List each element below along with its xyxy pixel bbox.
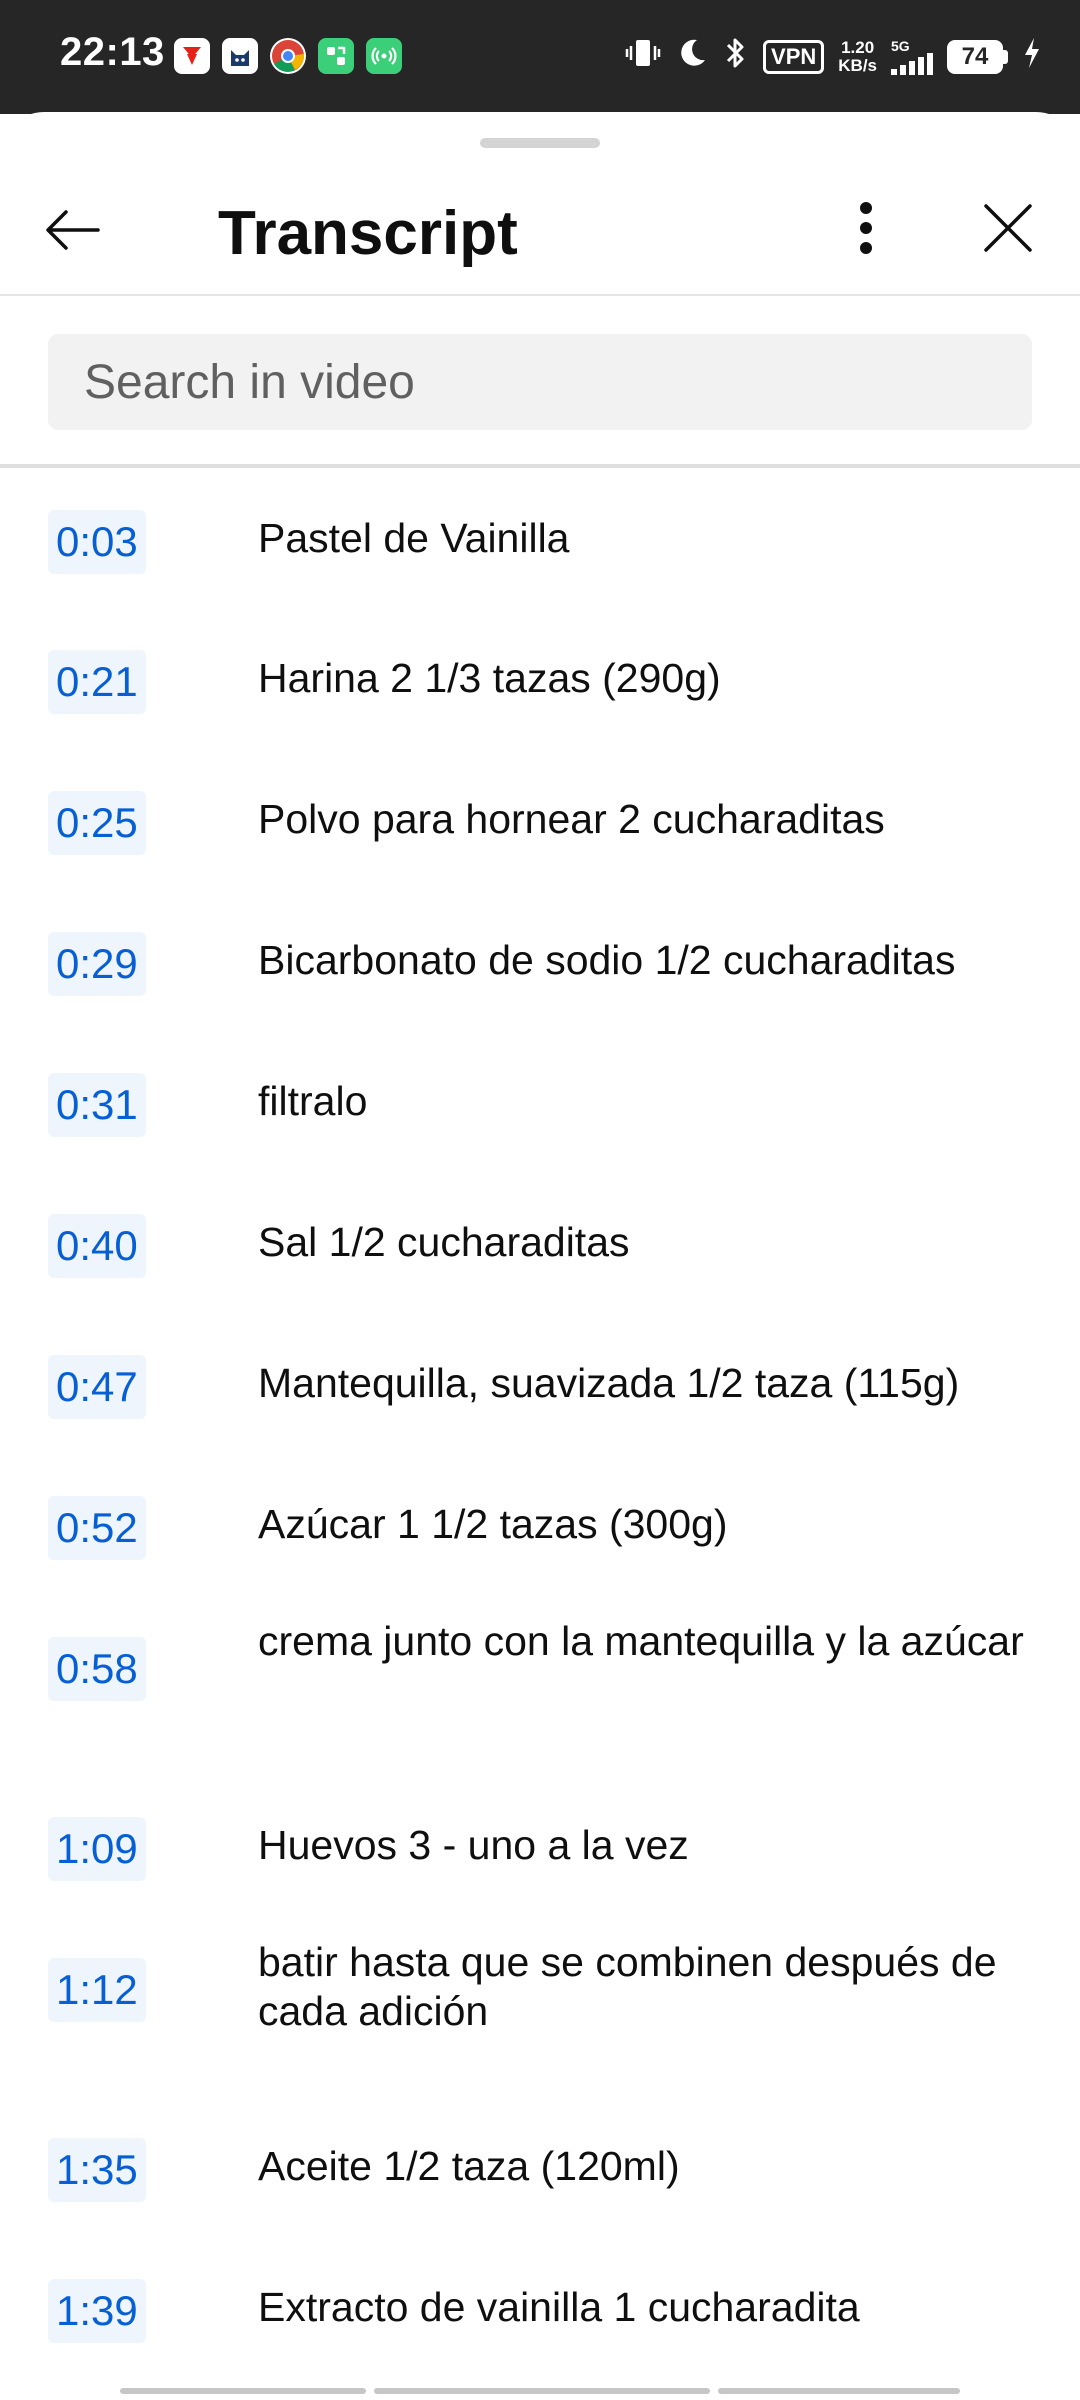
transcript-segment[interactable]: 0:29 Bicarbonato de sodio 1/2 cucharadit… (0, 890, 1080, 1031)
more-options-button[interactable] (830, 192, 902, 264)
segment-timestamp[interactable]: 0:58 (48, 1637, 146, 1701)
transcript-segment[interactable]: 0:31 filtralo (0, 1031, 1080, 1172)
flag-app-icon (174, 38, 210, 74)
transcript-segment[interactable]: 0:21 Harina 2 1/3 tazas (290g) (0, 608, 1080, 749)
segment-text[interactable]: Bicarbonato de sodio 1/2 cucharaditas (258, 936, 1038, 985)
segment-text[interactable]: Sal 1/2 cucharaditas (258, 1218, 1038, 1267)
vibrate-icon (625, 35, 661, 79)
cat-app-icon (222, 38, 258, 74)
transcript-list[interactable]: 0:03 Pastel de Vainilla 0:21 Harina 2 1/… (0, 468, 1080, 2400)
segment-timestamp[interactable]: 0:31 (48, 1073, 146, 1137)
battery-level: 74 (947, 40, 1003, 74)
status-time: 22:13 (60, 30, 165, 74)
status-indicators: VPN 1.20 KB/s 5G 74 (625, 32, 1042, 82)
transcript-segment[interactable]: 0:03 Pastel de Vainilla (0, 468, 1080, 608)
transcript-segment[interactable]: 0:25 Polvo para hornear 2 cucharaditas (0, 749, 1080, 890)
segment-timestamp[interactable]: 1:35 (48, 2138, 146, 2202)
battery-indicator: 74 (947, 40, 1008, 74)
charging-bolt-icon (1022, 36, 1042, 78)
network-type: 5G (891, 38, 910, 54)
segment-timestamp[interactable]: 0:47 (48, 1355, 146, 1419)
do-not-disturb-moon-icon (675, 36, 709, 78)
transcript-segment[interactable]: 0:40 Sal 1/2 cucharaditas (0, 1172, 1080, 1313)
transcript-segment[interactable]: 0:47 Mantequilla, suavizada 1/2 taza (11… (0, 1313, 1080, 1454)
segment-text[interactable]: Mantequilla, suavizada 1/2 taza (115g) (258, 1359, 1038, 1408)
close-button[interactable] (972, 192, 1044, 264)
segment-timestamp[interactable]: 0:40 (48, 1214, 146, 1278)
green-app-icon (318, 38, 354, 74)
arrow-left-icon (46, 210, 100, 250)
segment-text[interactable]: Aceite 1/2 taza (120ml) (258, 2142, 1038, 2191)
transcript-segment[interactable]: 0:52 Azúcar 1 1/2 tazas (300g) (0, 1454, 1080, 1595)
network-speed-value: 1.20 (841, 38, 875, 57)
hotspot-icon (366, 38, 402, 74)
segment-timestamp[interactable]: 1:12 (48, 1958, 146, 2022)
segment-text[interactable]: Polvo para hornear 2 cucharaditas (258, 795, 1038, 844)
transcript-segment[interactable]: 1:35 Aceite 1/2 taza (120ml) (0, 2096, 1080, 2237)
close-icon (984, 204, 1032, 252)
segment-timestamp[interactable]: 0:21 (48, 650, 146, 714)
notification-icons (174, 38, 402, 74)
drag-handle[interactable] (480, 138, 600, 148)
bottom-scroll-indicator (120, 2388, 960, 2394)
header-divider (0, 294, 1080, 296)
segment-timestamp[interactable]: 0:03 (48, 510, 146, 574)
more-vertical-icon (860, 202, 872, 254)
segment-timestamp[interactable]: 0:52 (48, 1496, 146, 1560)
transcript-segment[interactable]: 1:09 Huevos 3 - uno a la vez (0, 1775, 1080, 1916)
battery-cap (1003, 50, 1008, 64)
network-speed-unit: KB/s (838, 56, 877, 75)
panel-header: Transcript (0, 168, 1080, 294)
panel-title: Transcript (218, 199, 518, 268)
bluetooth-icon (723, 35, 749, 79)
transcript-segment[interactable]: 1:12 batir hasta que se combinen después… (0, 1916, 1080, 2096)
signal-bars-icon (891, 53, 933, 75)
segment-text[interactable]: filtralo (258, 1077, 1038, 1126)
segment-text[interactable]: crema junto con la mantequilla y la azúc… (258, 1617, 1038, 1666)
segment-text[interactable]: Azúcar 1 1/2 tazas (300g) (258, 1500, 1038, 1549)
search-input[interactable] (48, 334, 1032, 430)
transcript-segment[interactable]: 1:39 Extracto de vainilla 1 cucharadita (0, 2237, 1080, 2378)
back-button[interactable] (36, 194, 108, 266)
segment-timestamp[interactable]: 1:39 (48, 2279, 146, 2343)
cellular-signal: 5G (891, 39, 933, 75)
status-bar: 22:13 VPN 1.20 KB/s 5G 74 (0, 0, 1080, 114)
segment-text[interactable]: Extracto de vainilla 1 cucharadita (258, 2283, 1038, 2332)
segment-timestamp[interactable]: 0:29 (48, 932, 146, 996)
transcript-panel: Transcript 0:03 Pastel de Vainilla 0:21 … (0, 112, 1080, 2400)
network-speed: 1.20 KB/s (838, 39, 877, 75)
chrome-icon (270, 38, 306, 74)
segment-timestamp[interactable]: 0:25 (48, 791, 146, 855)
segment-timestamp[interactable]: 1:09 (48, 1817, 146, 1881)
transcript-segment[interactable]: 0:58 crema junto con la mantequilla y la… (0, 1595, 1080, 1775)
segment-text[interactable]: Harina 2 1/3 tazas (290g) (258, 654, 1038, 703)
segment-text[interactable]: Pastel de Vainilla (258, 514, 1038, 563)
segment-text[interactable]: Huevos 3 - uno a la vez (258, 1821, 1038, 1870)
vpn-badge: VPN (763, 40, 825, 74)
segment-text[interactable]: batir hasta que se combinen después de c… (258, 1938, 1038, 2036)
